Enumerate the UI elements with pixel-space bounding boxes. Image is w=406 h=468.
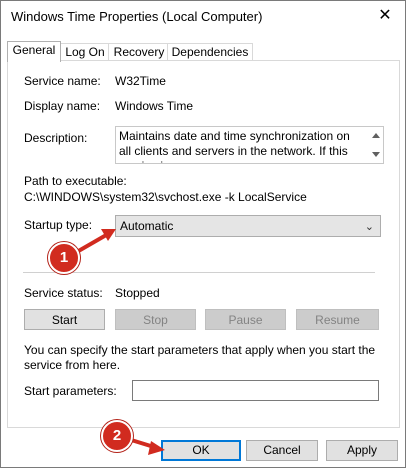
tab-general[interactable]: General <box>7 41 61 62</box>
description-text: Maintains date and time synchronization … <box>119 129 350 163</box>
cancel-button[interactable]: Cancel <box>246 440 318 461</box>
start-params-note: You can specify the start parameters tha… <box>24 343 376 372</box>
step-1-badge: 1 <box>48 242 80 274</box>
service-status-value: Stopped <box>115 286 160 300</box>
tab-dependencies[interactable]: Dependencies <box>167 43 253 61</box>
tab-log-on[interactable]: Log On <box>59 43 111 61</box>
service-status-label: Service status: <box>24 286 103 300</box>
startup-type-label: Startup type: <box>24 218 93 232</box>
start-button[interactable]: Start <box>24 309 105 330</box>
description-scrollbar[interactable] <box>368 127 383 163</box>
step-2-badge: 2 <box>101 420 133 452</box>
service-name-value: W32Time <box>115 74 166 88</box>
window-title: Windows Time Properties (Local Computer) <box>11 9 263 24</box>
title-bar[interactable]: Windows Time Properties (Local Computer)… <box>1 1 405 33</box>
properties-window: Windows Time Properties (Local Computer)… <box>0 0 406 468</box>
arrow-up-icon[interactable] <box>372 133 380 138</box>
startup-type-select[interactable]: Automatic ⌄ <box>115 215 381 237</box>
apply-button[interactable]: Apply <box>326 440 398 461</box>
divider <box>23 272 375 273</box>
chevron-down-icon: ⌄ <box>364 221 374 233</box>
pause-button[interactable]: Pause <box>205 309 286 330</box>
description-label: Description: <box>24 131 88 145</box>
path-value: C:\WINDOWS\system32\svchost.exe -k Local… <box>24 190 307 204</box>
startup-type-value: Automatic <box>120 219 174 233</box>
close-icon[interactable]: ✕ <box>375 6 395 26</box>
display-name-label: Display name: <box>24 99 101 113</box>
start-params-input[interactable] <box>132 380 379 401</box>
resume-button[interactable]: Resume <box>296 309 379 330</box>
display-name-value: Windows Time <box>115 99 194 113</box>
arrow-down-icon[interactable] <box>372 152 380 157</box>
start-params-label: Start parameters: <box>24 384 117 398</box>
tab-recovery[interactable]: Recovery <box>108 43 170 61</box>
ok-button[interactable]: OK <box>161 440 241 461</box>
service-name-label: Service name: <box>24 74 101 88</box>
path-label: Path to executable: <box>24 174 127 188</box>
stop-button[interactable]: Stop <box>115 309 196 330</box>
description-box[interactable]: Maintains date and time synchronization … <box>115 126 384 164</box>
